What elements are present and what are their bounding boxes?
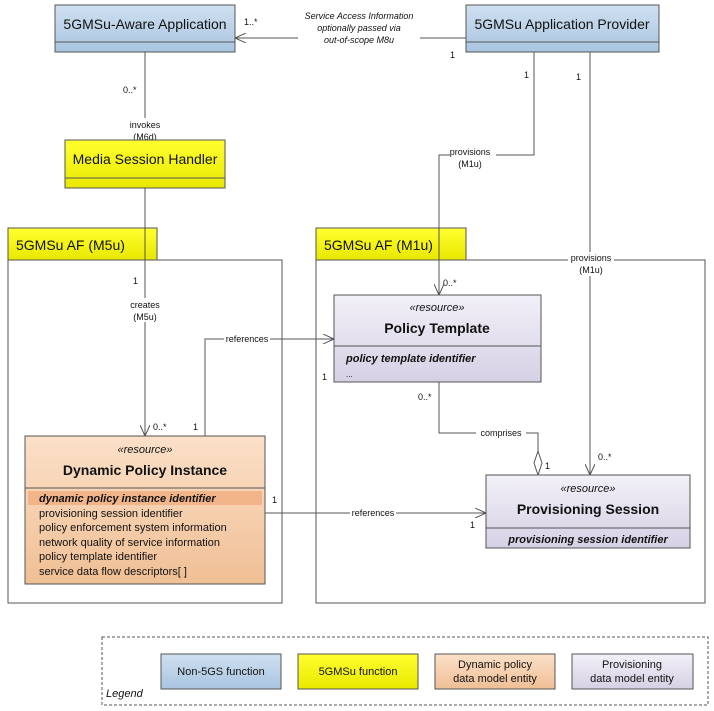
- multiplicity: 0..*: [123, 85, 137, 95]
- attribute: provisioning session identifier: [39, 508, 183, 520]
- invokes-label: invokes: [130, 120, 161, 130]
- multiplicity: 1: [193, 422, 198, 432]
- class-name: Policy Template: [384, 320, 490, 336]
- multiplicity: 1: [545, 461, 550, 471]
- class-name: 5GMSu Application Provider: [474, 16, 649, 32]
- stereotype: «resource»: [409, 302, 464, 314]
- class-policy-template[interactable]: «resource» Policy Template policy templa…: [333, 294, 542, 383]
- legend-label: Non-5GS function: [177, 666, 264, 678]
- class-name: Provisioning Session: [517, 501, 659, 517]
- class-name: Dynamic Policy Instance: [63, 462, 227, 478]
- stereotype: «resource»: [117, 444, 172, 456]
- class-provisioning-session[interactable]: «resource» Provisioning Session provisio…: [485, 474, 691, 549]
- provisions-label: (M1u): [579, 265, 603, 275]
- multiplicity: 1: [133, 276, 138, 286]
- stereotype: «resource»: [560, 483, 615, 495]
- comprises-label: comprises: [480, 428, 522, 438]
- class-dynamic-policy-instance[interactable]: «resource» Dynamic Policy Instance dynam…: [24, 435, 266, 585]
- attribute: policy template identifier: [345, 353, 476, 365]
- legend-item-dynamic-policy: Dynamic policy data model entity: [434, 653, 556, 690]
- attribute: dynamic policy instance identifier: [39, 493, 216, 505]
- sai-label: optionally passed via: [317, 23, 401, 33]
- multiplicity: 1: [272, 495, 277, 505]
- package-title: 5GMSu AF (M1u): [324, 237, 433, 253]
- legend-label: Dynamic policy: [458, 659, 532, 671]
- class-media-session-handler[interactable]: Media Session Handler: [64, 139, 226, 189]
- references-label: references: [352, 508, 395, 518]
- attribute: provisioning session identifier: [507, 534, 668, 546]
- legend-item-non-5gs: Non-5GS function: [160, 653, 282, 690]
- multiplicity: 1: [322, 372, 327, 382]
- multiplicity: 1: [470, 520, 475, 530]
- provisions-label: provisions: [450, 147, 491, 157]
- class-aware-application[interactable]: 5GMSu-Aware Application: [54, 4, 236, 53]
- legend-item-provisioning: Provisioning data model entity: [571, 653, 694, 690]
- attribute: ...: [346, 370, 353, 379]
- package-title: 5GMSu AF (M5u): [16, 237, 125, 253]
- class-application-provider[interactable]: 5GMSu Application Provider: [465, 4, 660, 53]
- multiplicity: 1..*: [244, 17, 258, 27]
- attribute: policy enforcement system information: [39, 522, 227, 534]
- legend-label: 5GMSu function: [319, 666, 398, 678]
- sai-label: out-of-scope M8u: [324, 35, 394, 45]
- attribute: policy template identifier: [39, 551, 157, 563]
- attribute: service data flow descriptors[ ]: [39, 566, 187, 578]
- provisions-label: provisions: [571, 253, 612, 263]
- references-label: references: [226, 334, 269, 344]
- legend-title: Legend: [106, 688, 144, 700]
- multiplicity: 1: [524, 70, 529, 80]
- uml-diagram: 5GMSu AF (M5u) 5GMSu AF (M1u) Service Ac…: [7, 4, 709, 706]
- multiplicity: 0..*: [418, 392, 432, 402]
- class-name: Media Session Handler: [73, 151, 218, 167]
- multiplicity: 0..*: [598, 452, 612, 462]
- sai-label: Service Access Information: [305, 11, 414, 21]
- multiplicity: 1: [450, 50, 455, 60]
- multiplicity: 0..*: [443, 278, 457, 288]
- provisions-label: (M1u): [458, 159, 482, 169]
- attribute: network quality of service information: [39, 537, 220, 549]
- legend-item-5gmsu: 5GMSu function: [297, 653, 419, 690]
- creates-label: creates: [130, 300, 160, 310]
- legend: Legend Non-5GS function 5GMSu function D…: [101, 636, 709, 706]
- legend-label: data model entity: [453, 673, 537, 685]
- class-name: 5GMSu-Aware Application: [63, 16, 226, 32]
- multiplicity: 1: [576, 72, 581, 82]
- multiplicity: 0..*: [153, 422, 167, 432]
- creates-label: (M5u): [133, 312, 157, 322]
- legend-label: Provisioning: [602, 659, 662, 671]
- legend-label: data model entity: [590, 673, 674, 685]
